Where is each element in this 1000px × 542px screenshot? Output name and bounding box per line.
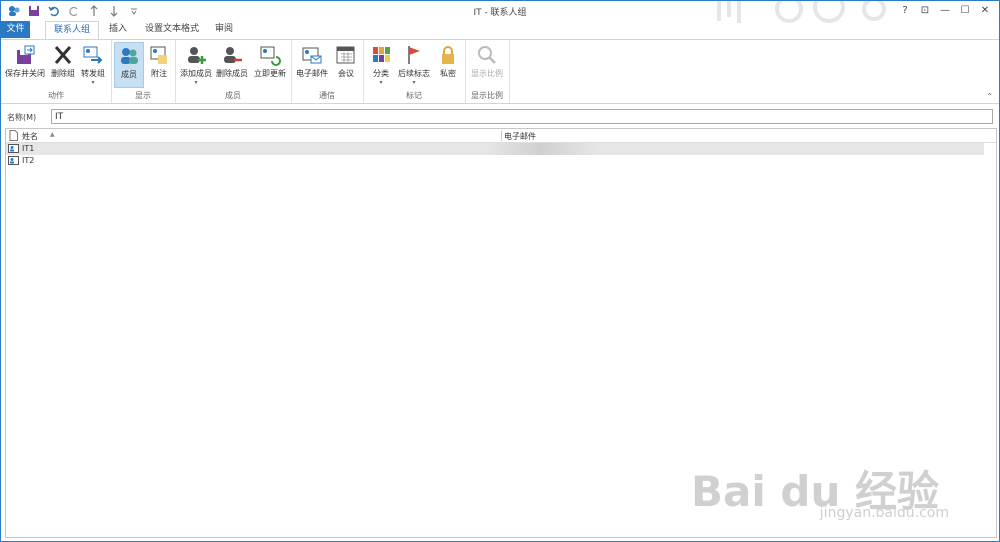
notes-icon <box>150 46 167 64</box>
follow-up-button[interactable]: 后续标志 ▾ <box>396 42 432 86</box>
column-separator[interactable] <box>501 130 502 141</box>
delete-group-button[interactable]: 删除组 <box>49 42 77 79</box>
tab-contact-group[interactable]: 联系人组 <box>45 21 100 40</box>
lock-icon <box>442 46 454 64</box>
list-item[interactable]: IT2 <box>6 155 984 167</box>
save-close-label: 保存并关闭 <box>5 69 45 78</box>
member-name: IT1 <box>22 144 35 153</box>
tab-review[interactable]: 审阅 <box>207 21 241 38</box>
group-actions: 保存并关闭 删除组 转发组 ▾ 动作 <box>1 40 112 103</box>
email-icon <box>302 47 322 64</box>
meeting-label: 会议 <box>338 69 354 78</box>
sort-ascending-icon: ▲ <box>50 131 55 138</box>
redacted-email <box>486 143 596 155</box>
forward-group-label: 转发组 <box>81 69 105 78</box>
list-header: 姓名 ▲ 电子邮件 <box>6 129 996 143</box>
private-button[interactable]: 私密 <box>435 42 461 79</box>
notes-view-button[interactable]: 附注 <box>145 42 173 79</box>
members-view-button[interactable]: 成员 <box>114 42 144 88</box>
zoom-label: 显示比例 <box>471 69 503 78</box>
meeting-button[interactable]: 会议 <box>333 42 359 79</box>
categorize-label: 分类 <box>373 69 389 78</box>
list-item[interactable]: IT1 <box>6 143 984 155</box>
add-members-button[interactable]: 添加成员 ▾ <box>179 42 213 86</box>
follow-up-label: 后续标志 <box>398 69 430 78</box>
categorize-icon <box>373 47 390 62</box>
name-field-label: 名称(M) <box>7 113 37 122</box>
magnifier-icon <box>478 46 496 64</box>
group-members: 添加成员 ▾ 删除成员 立即更新 成员 <box>175 40 292 103</box>
chevron-down-icon: ▾ <box>412 79 416 86</box>
private-label: 私密 <box>440 69 456 78</box>
members-view-label: 成员 <box>121 70 137 79</box>
group-label-show: 显示 <box>135 91 151 100</box>
forward-group-button[interactable]: 转发组 ▾ <box>79 42 107 86</box>
document-icon <box>9 130 18 141</box>
help-button[interactable]: ? <box>895 3 915 18</box>
group-label-actions: 动作 <box>48 91 64 100</box>
forward-icon <box>83 46 103 64</box>
title-bar: IT - 联系人组 ? ⊡ — ☐ ✕ <box>1 1 999 23</box>
chevron-down-icon: ▾ <box>91 79 95 86</box>
delete-x-icon <box>54 46 72 64</box>
collapse-ribbon-icon[interactable]: ⌃ <box>986 92 993 101</box>
update-now-label: 立即更新 <box>254 69 286 78</box>
group-label-communicate: 通信 <box>319 91 335 100</box>
notes-view-label: 附注 <box>151 69 167 78</box>
baidu-watermark-url: jingyan.baidu.com <box>819 505 949 521</box>
maximize-button[interactable]: ☐ <box>955 3 975 18</box>
ribbon-display-options-button[interactable]: ⊡ <box>915 3 935 18</box>
group-label-tags: 标记 <box>406 91 422 100</box>
group-tags: 分类 ▾ 后续标志 ▾ 私密 标记 <box>363 40 466 103</box>
name-input[interactable]: IT <box>51 109 993 124</box>
members-icon <box>121 48 138 64</box>
column-header-email[interactable]: 电子邮件 <box>504 131 536 142</box>
update-refresh-icon <box>260 46 281 66</box>
remove-member-button[interactable]: 删除成员 <box>215 42 249 79</box>
contact-card-icon <box>8 144 19 153</box>
close-button[interactable]: ✕ <box>975 3 995 18</box>
add-member-icon <box>188 47 206 64</box>
name-row: 名称(M) IT <box>1 108 999 126</box>
column-header-name[interactable]: 姓名 <box>22 131 38 142</box>
member-name: IT2 <box>22 156 35 165</box>
meeting-calendar-icon <box>336 46 355 64</box>
minimize-button[interactable]: — <box>935 3 955 18</box>
tab-file[interactable]: 文件 <box>1 21 30 38</box>
remove-member-label: 删除成员 <box>216 69 248 78</box>
group-show: 成员 附注 显示 <box>111 40 176 103</box>
flag-icon <box>408 46 420 64</box>
update-now-button[interactable]: 立即更新 <box>252 42 288 79</box>
group-label-members: 成员 <box>225 91 241 100</box>
delete-group-label: 删除组 <box>51 69 75 78</box>
ribbon-tabs: 文件 联系人组 插入 设置文本格式 审阅 <box>1 21 999 40</box>
window-controls: ? ⊡ — ☐ ✕ <box>895 3 995 18</box>
zoom-button[interactable]: 显示比例 <box>469 42 505 79</box>
email-button[interactable]: 电子邮件 <box>294 42 330 79</box>
group-zoom: 显示比例 显示比例 <box>465 40 510 103</box>
group-communicate: 电子邮件 会议 通信 <box>291 40 364 103</box>
contact-card-icon <box>8 156 19 165</box>
categorize-button[interactable]: 分类 ▾ <box>367 42 395 86</box>
remove-member-icon <box>224 47 242 63</box>
email-label: 电子邮件 <box>296 69 328 78</box>
save-and-close-button[interactable]: 保存并关闭 <box>3 42 47 79</box>
ribbon: 保存并关闭 删除组 转发组 ▾ 动作 成员 附注 显示 添加成员 ▾ 删除成员 … <box>1 39 999 104</box>
tab-format-text[interactable]: 设置文本格式 <box>137 21 207 38</box>
chevron-down-icon: ▾ <box>194 79 198 86</box>
outlook-contact-group-window: IT - 联系人组 ? ⊡ — ☐ ✕ 文件 联系人组 插入 设置文本格式 审阅 <box>0 0 1000 542</box>
tab-insert[interactable]: 插入 <box>101 21 135 38</box>
add-members-label: 添加成员 <box>180 69 212 78</box>
group-label-zoom: 显示比例 <box>471 91 503 100</box>
save-close-icon <box>17 45 35 64</box>
chevron-down-icon: ▾ <box>379 79 383 86</box>
